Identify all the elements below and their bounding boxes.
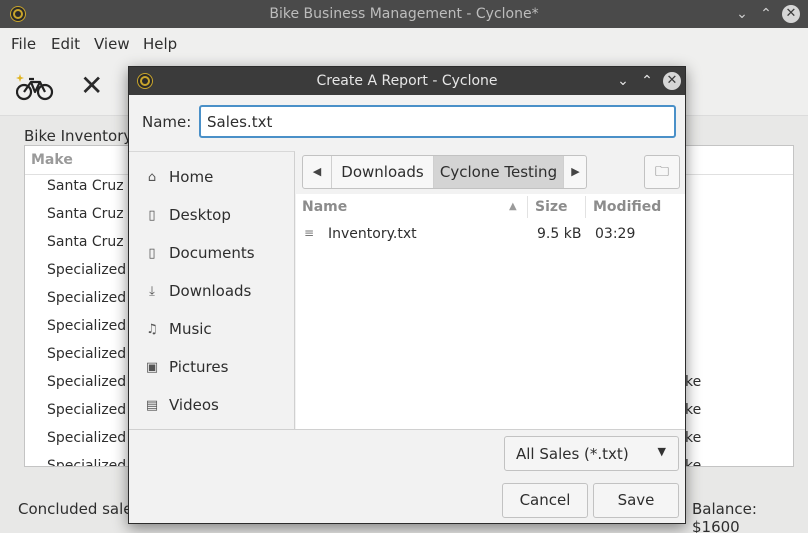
table-row-make[interactable]: Specialized (47, 430, 126, 446)
places-sidebar: ⌂ Home ▯ Desktop ▯ Documents ⤓ Downloads… (129, 151, 295, 429)
desktop-icon: ▯ (148, 208, 156, 223)
create-report-dialog: Create A Report - Cyclone ⌄ ⌃ ✕ Name: ⌂ … (128, 66, 686, 524)
close-button[interactable]: ✕ (782, 5, 800, 23)
column-divider (527, 196, 528, 218)
cancel-button[interactable]: Cancel (502, 483, 588, 518)
main-window-title: Bike Business Management - Cyclone* (269, 6, 539, 22)
status-message: Concluded sale (18, 500, 133, 518)
documents-icon: ▯ (148, 246, 156, 261)
path-forward-button[interactable]: ▶ (563, 156, 587, 188)
filename-input[interactable] (199, 105, 676, 138)
column-header-modified[interactable]: Modified (593, 199, 661, 215)
dialog-minimize-button[interactable]: ⌄ (613, 71, 633, 91)
file-row[interactable]: ≡ Inventory.txt 9.5 kB 03:29 (296, 222, 685, 246)
balance-label: Balance: $1600 (692, 500, 757, 533)
file-size: 9.5 kB (537, 226, 582, 242)
file-modified: 03:29 (595, 226, 636, 242)
menu-view[interactable]: View (94, 35, 130, 53)
breadcrumb-cyclone-testing[interactable]: Cyclone Testing (433, 156, 563, 188)
footer-divider (129, 429, 685, 430)
table-row-kind[interactable]: ke (685, 458, 701, 466)
place-label: Downloads (169, 282, 252, 300)
dialog-maximize-button[interactable]: ⌃ (637, 71, 657, 91)
table-row-kind[interactable]: ke (685, 402, 701, 418)
path-bar: ◀ Downloads Cyclone Testing ▶ (302, 155, 587, 189)
main-titlebar: Bike Business Management - Cyclone* ⌄ ⌃ … (0, 0, 808, 28)
breadcrumb-downloads[interactable]: Downloads (331, 156, 433, 188)
table-row-make[interactable]: Specialized (47, 262, 126, 278)
minimize-button[interactable]: ⌄ (732, 4, 752, 24)
save-button[interactable]: Save (593, 483, 679, 518)
text-file-icon: ≡ (304, 226, 315, 240)
dropdown-arrow-icon: ▼ (657, 445, 666, 458)
table-row-kind[interactable]: ke (685, 374, 701, 390)
music-icon: ♫ (146, 322, 158, 337)
file-type-filter[interactable]: All Sales (*.txt) ▼ (504, 436, 679, 471)
inventory-label: Bike Inventory (24, 127, 133, 145)
column-header-make[interactable]: Make (31, 152, 73, 168)
column-header-size[interactable]: Size (535, 199, 568, 215)
file-name: Inventory.txt (328, 226, 417, 242)
table-row-make[interactable]: Specialized (47, 402, 126, 418)
table-row-kind[interactable]: ke (685, 430, 701, 446)
downloads-icon: ⤓ (149, 284, 155, 299)
table-row-make[interactable]: Specialized (47, 290, 126, 306)
file-list: Name ▲ Size Modified ≡ Inventory.txt 9.5… (296, 194, 685, 429)
table-row-make[interactable]: Santa Cruz (47, 206, 124, 222)
videos-icon: ▤ (145, 398, 159, 413)
new-folder-icon: 🗀 (655, 164, 669, 180)
home-icon: ⌂ (147, 170, 157, 185)
table-row-make[interactable]: Santa Cruz (47, 178, 124, 194)
menu-file[interactable]: File (11, 35, 36, 53)
table-row-make[interactable]: Santa Cruz (47, 234, 124, 250)
menubar: File Edit View Help (0, 28, 808, 60)
place-label: Music (169, 320, 212, 338)
new-folder-button[interactable]: 🗀 (644, 155, 680, 189)
pictures-icon: ▣ (145, 360, 159, 375)
chevron-left-icon: ◀ (312, 165, 322, 178)
table-row-make[interactable]: Specialized (47, 374, 126, 390)
dialog-titlebar: Create A Report - Cyclone ⌄ ⌃ ✕ (129, 67, 685, 95)
maximize-button[interactable]: ⌃ (756, 4, 776, 24)
place-label: Videos (169, 396, 219, 414)
menu-edit[interactable]: Edit (51, 35, 80, 53)
filter-selected-value: All Sales (*.txt) (516, 445, 629, 463)
path-back-button[interactable]: ◀ (303, 156, 331, 188)
delete-button[interactable]: ✕ (80, 72, 103, 100)
place-label: Desktop (169, 206, 231, 224)
name-label: Name: (142, 113, 192, 131)
place-label: Documents (169, 244, 255, 262)
chevron-right-icon: ▶ (571, 165, 580, 178)
bicycle-icon (15, 74, 54, 101)
sort-ascending-icon: ▲ (509, 201, 517, 212)
menu-help[interactable]: Help (143, 35, 177, 53)
new-bike-button[interactable] (15, 72, 54, 106)
column-divider (585, 196, 586, 218)
dialog-title: Create A Report - Cyclone (316, 73, 498, 89)
place-label: Home (169, 168, 214, 186)
table-row-make[interactable]: Specialized (47, 318, 126, 334)
dialog-close-button[interactable]: ✕ (663, 72, 681, 90)
place-label: Pictures (169, 358, 229, 376)
column-header-name[interactable]: Name (302, 199, 347, 215)
table-row-make[interactable]: Specialized (47, 458, 126, 466)
table-row-make[interactable]: Specialized (47, 346, 126, 362)
